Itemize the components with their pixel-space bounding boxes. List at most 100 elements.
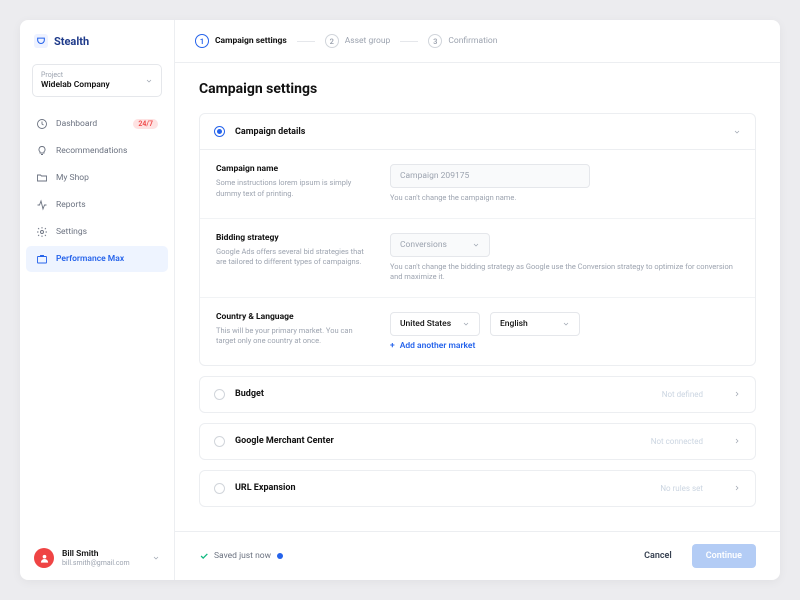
radio-empty-icon (214, 436, 225, 447)
select-value: English (500, 319, 528, 329)
field-desc: This will be your primary market. You ca… (216, 326, 366, 347)
brand-text: Stealth (54, 35, 89, 48)
field-country-language: Country & Language This will be your pri… (200, 298, 755, 365)
info-icon[interactable] (276, 552, 284, 560)
chevron-down-icon (145, 77, 153, 85)
continue-button[interactable]: Continue (692, 544, 756, 568)
plus-icon: + (390, 341, 395, 351)
radio-selected-icon (214, 126, 225, 137)
field-bidding-strategy: Bidding strategy Google Ads offers sever… (200, 219, 755, 298)
step-3[interactable]: 3 Confirmation (428, 34, 497, 48)
panel-status: Not defined (662, 390, 703, 399)
nav-item-performance-max[interactable]: Performance Max (26, 246, 168, 272)
step-1[interactable]: 1 Campaign settings (195, 34, 287, 48)
user-name: Bill Smith (62, 549, 130, 559)
sidebar: Stealth Project Widelab Company Dashboar… (20, 20, 175, 580)
add-market-button[interactable]: + Add another market (390, 341, 739, 351)
chevron-right-icon (733, 484, 741, 492)
stepper: 1 Campaign settings 2 Asset group 3 Conf… (175, 20, 780, 63)
panel-status: No rules set (660, 484, 703, 493)
panel-title: Google Merchant Center (235, 436, 334, 446)
step-divider (400, 41, 418, 42)
campaign-name-input: Campaign 209175 (390, 164, 590, 188)
field-title: Bidding strategy (216, 233, 366, 243)
page-title: Campaign settings (199, 81, 756, 97)
user-email: bill.smith@gmail.com (62, 559, 130, 567)
project-label: Project (41, 71, 153, 79)
panel-campaign-details: Campaign details Campaign name Some inst… (199, 113, 756, 366)
field-hint: You can't change the bidding strategy as… (390, 262, 739, 283)
field-campaign-name: Campaign name Some instructions lorem ip… (200, 150, 755, 219)
select-value: United States (400, 319, 451, 329)
panel-header[interactable]: Google Merchant Center Not connected (200, 424, 755, 459)
chevron-down-icon (562, 320, 570, 328)
step-label: Asset group (345, 36, 391, 46)
nav-label: Recommendations (56, 146, 127, 156)
nav-label: Dashboard (56, 119, 97, 129)
nav-label: My Shop (56, 173, 89, 183)
nav-list: Dashboard 24/7 Recommendations My Shop R… (20, 107, 174, 276)
field-title: Campaign name (216, 164, 366, 174)
brand-logo: Stealth (20, 20, 174, 58)
gear-icon (36, 226, 48, 238)
chevron-down-icon (462, 320, 470, 328)
chevron-down-icon (733, 128, 741, 136)
radio-empty-icon (214, 483, 225, 494)
chevron-down-icon (472, 241, 480, 249)
nav-item-reports[interactable]: Reports (26, 192, 168, 218)
field-desc: Some instructions lorem ipsum is simply … (216, 178, 366, 199)
nav-label: Performance Max (56, 254, 124, 264)
select-value: Conversions (400, 240, 447, 250)
content: Campaign settings Campaign details Campa… (175, 63, 780, 531)
project-value: Widelab Company (41, 80, 153, 90)
radio-empty-icon (214, 389, 225, 400)
step-label: Campaign settings (215, 36, 287, 46)
language-select[interactable]: English (490, 312, 580, 336)
panel-body: Campaign name Some instructions lorem ip… (200, 149, 755, 365)
project-selector[interactable]: Project Widelab Company (32, 64, 162, 97)
step-2[interactable]: 2 Asset group (325, 34, 391, 48)
field-hint: You can't change the campaign name. (390, 193, 739, 204)
field-desc: Google Ads offers several bid strategies… (216, 247, 366, 268)
check-icon (199, 551, 209, 561)
app-window: Stealth Project Widelab Company Dashboar… (20, 20, 780, 580)
nav-item-dashboard[interactable]: Dashboard 24/7 (26, 111, 168, 137)
panel-url-expansion: URL Expansion No rules set (199, 470, 756, 507)
panel-budget: Budget Not defined (199, 376, 756, 413)
country-select[interactable]: United States (390, 312, 480, 336)
step-divider (297, 41, 315, 42)
chevron-right-icon (733, 437, 741, 445)
panel-header[interactable]: Budget Not defined (200, 377, 755, 412)
folder-icon (36, 172, 48, 184)
step-number: 2 (325, 34, 339, 48)
saved-status: Saved just now (199, 551, 284, 561)
user-info: Bill Smith bill.smith@gmail.com (62, 549, 130, 567)
add-label: Add another market (400, 341, 476, 351)
step-label: Confirmation (448, 36, 497, 46)
panel-header[interactable]: URL Expansion No rules set (200, 471, 755, 506)
lightbulb-icon (36, 145, 48, 157)
avatar (34, 548, 54, 568)
field-title: Country & Language (216, 312, 366, 322)
activity-icon (36, 199, 48, 211)
user-menu[interactable]: Bill Smith bill.smith@gmail.com (20, 536, 174, 580)
chevron-down-icon (152, 554, 160, 562)
clock-icon (36, 118, 48, 130)
nav-item-myshop[interactable]: My Shop (26, 165, 168, 191)
nav-item-recommendations[interactable]: Recommendations (26, 138, 168, 164)
panel-title: URL Expansion (235, 483, 296, 493)
bidding-select: Conversions (390, 233, 490, 257)
panel-title: Campaign details (235, 127, 305, 137)
nav-item-settings[interactable]: Settings (26, 219, 168, 245)
nav-label: Settings (56, 227, 87, 237)
briefcase-icon (36, 253, 48, 265)
step-number: 3 (428, 34, 442, 48)
chevron-right-icon (733, 390, 741, 398)
brand-icon (34, 34, 48, 48)
cancel-button[interactable]: Cancel (634, 545, 682, 567)
panel-header[interactable]: Campaign details (200, 114, 755, 149)
step-number: 1 (195, 34, 209, 48)
panel-status: Not connected (651, 437, 703, 446)
panel-title: Budget (235, 389, 264, 399)
nav-badge: 24/7 (133, 119, 158, 129)
